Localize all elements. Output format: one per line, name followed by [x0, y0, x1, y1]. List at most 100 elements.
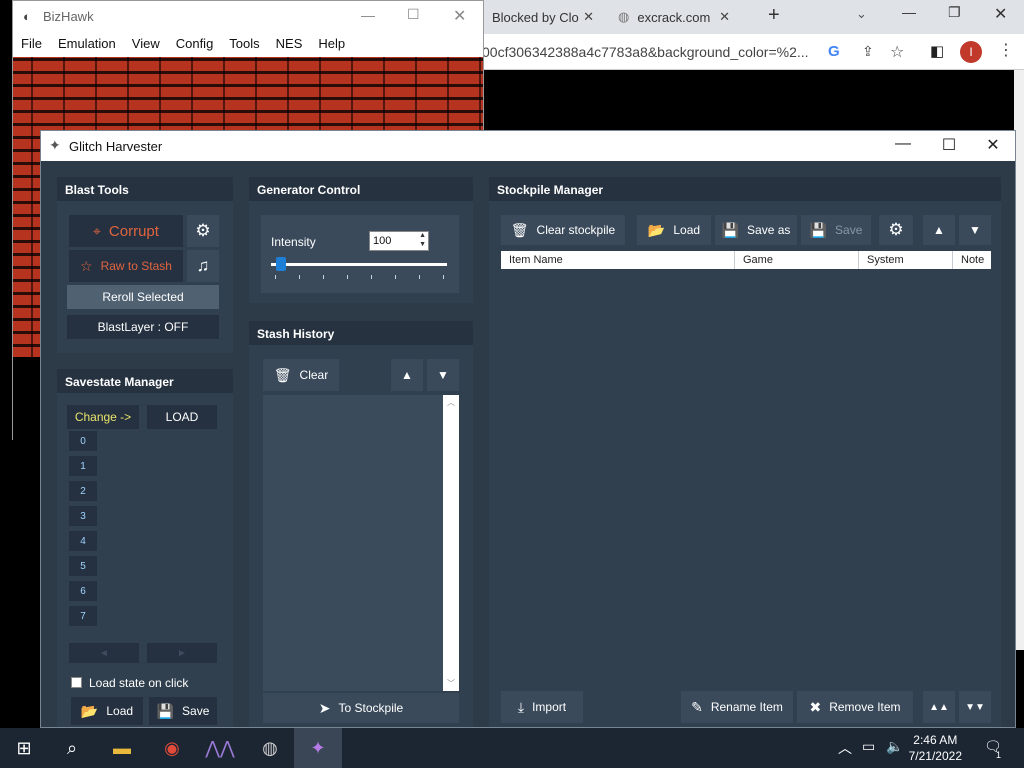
close-icon[interactable]: ✕	[979, 135, 1007, 155]
network-icon[interactable]: ▭	[862, 738, 875, 755]
load-savestate-button[interactable]: LOAD	[147, 405, 217, 429]
corrupt-button[interactable]: ⌖ Corrupt	[69, 215, 183, 247]
load-on-click-checkbox[interactable]	[71, 677, 82, 688]
raw-to-stash-button[interactable]: ☆ Raw to Stash	[69, 250, 183, 282]
move-top-button[interactable]: ▲▲	[923, 691, 955, 723]
save-stockpile-button[interactable]: 💾 Save	[801, 215, 871, 245]
savestate-slot-0[interactable]: 0	[69, 431, 97, 451]
savestate-slot-3[interactable]: 3	[69, 506, 97, 526]
slider-ticks	[275, 275, 445, 279]
load-file-button[interactable]: 📂 Load	[71, 697, 143, 725]
chrome-icon[interactable]: ◉	[148, 728, 196, 768]
change-button[interactable]: Change ->	[67, 405, 139, 429]
bizhawk-taskbar-icon[interactable]: ◍	[246, 728, 294, 768]
tab-close-icon[interactable]: ✕	[719, 9, 730, 25]
maximize-icon[interactable]: ☐	[935, 135, 963, 155]
intensity-slider-track[interactable]	[271, 263, 447, 266]
rename-item-button[interactable]: ✎ Rename Item	[681, 691, 793, 723]
prev-page-button[interactable]: ◄	[69, 643, 139, 663]
import-button[interactable]: ⤓ Import	[501, 691, 583, 723]
menu-nes[interactable]: NES	[268, 33, 311, 55]
menu-view[interactable]: View	[124, 33, 168, 55]
move-up-button[interactable]: ▲	[391, 359, 423, 391]
share-icon[interactable]: ⇪	[862, 43, 874, 60]
savestate-slot-6[interactable]: 6	[69, 581, 97, 601]
menu-dots-icon[interactable]: ⋮	[998, 40, 1014, 60]
minimize-icon[interactable]: —	[889, 135, 917, 153]
menu-config[interactable]: Config	[168, 33, 222, 55]
spin-up-icon[interactable]: ▲	[419, 232, 426, 239]
column-system[interactable]: System	[859, 251, 953, 269]
close-icon[interactable]: ✕	[453, 6, 466, 26]
scroll-down-icon[interactable]: ﹀	[447, 678, 455, 689]
savestate-slot-4[interactable]: 4	[69, 531, 97, 551]
menu-help[interactable]: Help	[310, 33, 353, 55]
restore-icon[interactable]: ❐	[948, 4, 961, 21]
maximize-icon[interactable]: ☐	[407, 6, 420, 23]
tray-chevron-icon[interactable]: ︿	[838, 738, 852, 758]
scroll-up-icon[interactable]: ︿	[447, 397, 455, 408]
close-icon[interactable]: ✕	[994, 4, 1007, 24]
address-bar[interactable]: 00cf306342388a4c7783a8&background_color=…	[482, 34, 1024, 70]
clock[interactable]: 2:46 AM 7/21/2022	[909, 732, 962, 764]
bookmark-star-icon[interactable]: ☆	[890, 42, 904, 62]
search-icon[interactable]: ⌕	[48, 728, 96, 768]
minimize-icon[interactable]: —	[361, 7, 375, 23]
menu-file[interactable]: File	[13, 33, 50, 55]
arrow-up-icon: ▲	[933, 223, 945, 237]
intensity-slider-thumb[interactable]	[276, 257, 286, 271]
column-note[interactable]: Note	[953, 251, 991, 269]
url-text[interactable]: 00cf306342388a4c7783a8&background_color=…	[482, 44, 812, 60]
avatar[interactable]: I	[960, 41, 982, 63]
clear-stockpile-button[interactable]: 🗑 Clear stockpile	[501, 215, 625, 245]
blastlayer-toggle[interactable]: BlastLayer : OFF	[67, 315, 219, 339]
move-bottom-button[interactable]: ▼▼	[959, 691, 991, 723]
side-panel-icon[interactable]: ◧	[930, 42, 944, 60]
menu-emulation[interactable]: Emulation	[50, 33, 124, 55]
browser-tab-excrack[interactable]: ◍ excrack.com ✕	[608, 0, 738, 34]
load-stockpile-button[interactable]: 📂 Load	[637, 215, 711, 245]
volume-icon[interactable]: 🔈	[886, 738, 903, 755]
save-as-button[interactable]: 💾 Save as	[715, 215, 797, 245]
corrupt-settings-button[interactable]: ⚙	[187, 215, 219, 247]
next-page-button[interactable]: ►	[147, 643, 217, 663]
clear-stockpile-label: Clear stockpile	[536, 223, 616, 237]
save-label: Save	[182, 704, 210, 718]
intensity-input[interactable]: 100 ▲ ▼	[369, 231, 429, 251]
stockpile-table[interactable]: Item Name Game System Note	[501, 251, 991, 687]
google-icon[interactable]: G	[828, 43, 840, 60]
stash-scrollbar[interactable]: ︿ ﹀	[443, 395, 459, 691]
to-stockpile-button[interactable]: ➤ To Stockpile	[263, 693, 459, 723]
stockpile-settings-button[interactable]: ⚙	[879, 215, 913, 245]
tab-label: Blocked by Clo	[492, 9, 579, 25]
stash-list[interactable]	[263, 395, 459, 691]
glitch-harvester-taskbar-icon[interactable]: ✦	[294, 728, 342, 768]
clear-stash-button[interactable]: 🗑 Clear	[263, 359, 339, 391]
move-down-button[interactable]: ▼	[427, 359, 459, 391]
music-button[interactable]: ♫	[187, 250, 219, 282]
menu-tools[interactable]: Tools	[221, 33, 267, 55]
savestate-slot-1[interactable]: 1	[69, 456, 97, 476]
minimize-icon[interactable]: —	[902, 4, 916, 20]
column-game[interactable]: Game	[735, 251, 859, 269]
savestate-slot-7[interactable]: 7	[69, 606, 97, 626]
spin-down-icon[interactable]: ▼	[419, 241, 426, 248]
browser-tab-blocked[interactable]: Blocked by Clo ✕	[482, 0, 602, 34]
remove-item-button[interactable]: ✖ Remove Item	[797, 691, 913, 723]
move-down-button[interactable]: ▼	[959, 215, 991, 245]
savestate-slot-5[interactable]: 5	[69, 556, 97, 576]
tab-close-icon[interactable]: ✕	[583, 9, 594, 25]
windows-start-icon[interactable]: ⊞	[0, 728, 48, 768]
move-up-button[interactable]: ▲	[923, 215, 955, 245]
reroll-selected-button[interactable]: Reroll Selected	[67, 285, 219, 309]
new-tab-button[interactable]: +	[768, 4, 780, 27]
bizhawk-app-icon: ◐	[23, 9, 31, 24]
save-file-button[interactable]: 💾 Save	[149, 697, 217, 725]
crosshair-icon: ⌖	[93, 222, 101, 239]
savestate-slot-2[interactable]: 2	[69, 481, 97, 501]
file-explorer-icon[interactable]: ▬	[98, 728, 146, 768]
bizhawk-menubar: File Emulation View Config Tools NES Hel…	[13, 33, 483, 55]
rtc-launcher-icon[interactable]: ⋀⋀	[196, 728, 244, 768]
column-item-name[interactable]: Item Name	[501, 251, 735, 269]
tab-search-icon[interactable]: ⌄	[856, 6, 867, 22]
